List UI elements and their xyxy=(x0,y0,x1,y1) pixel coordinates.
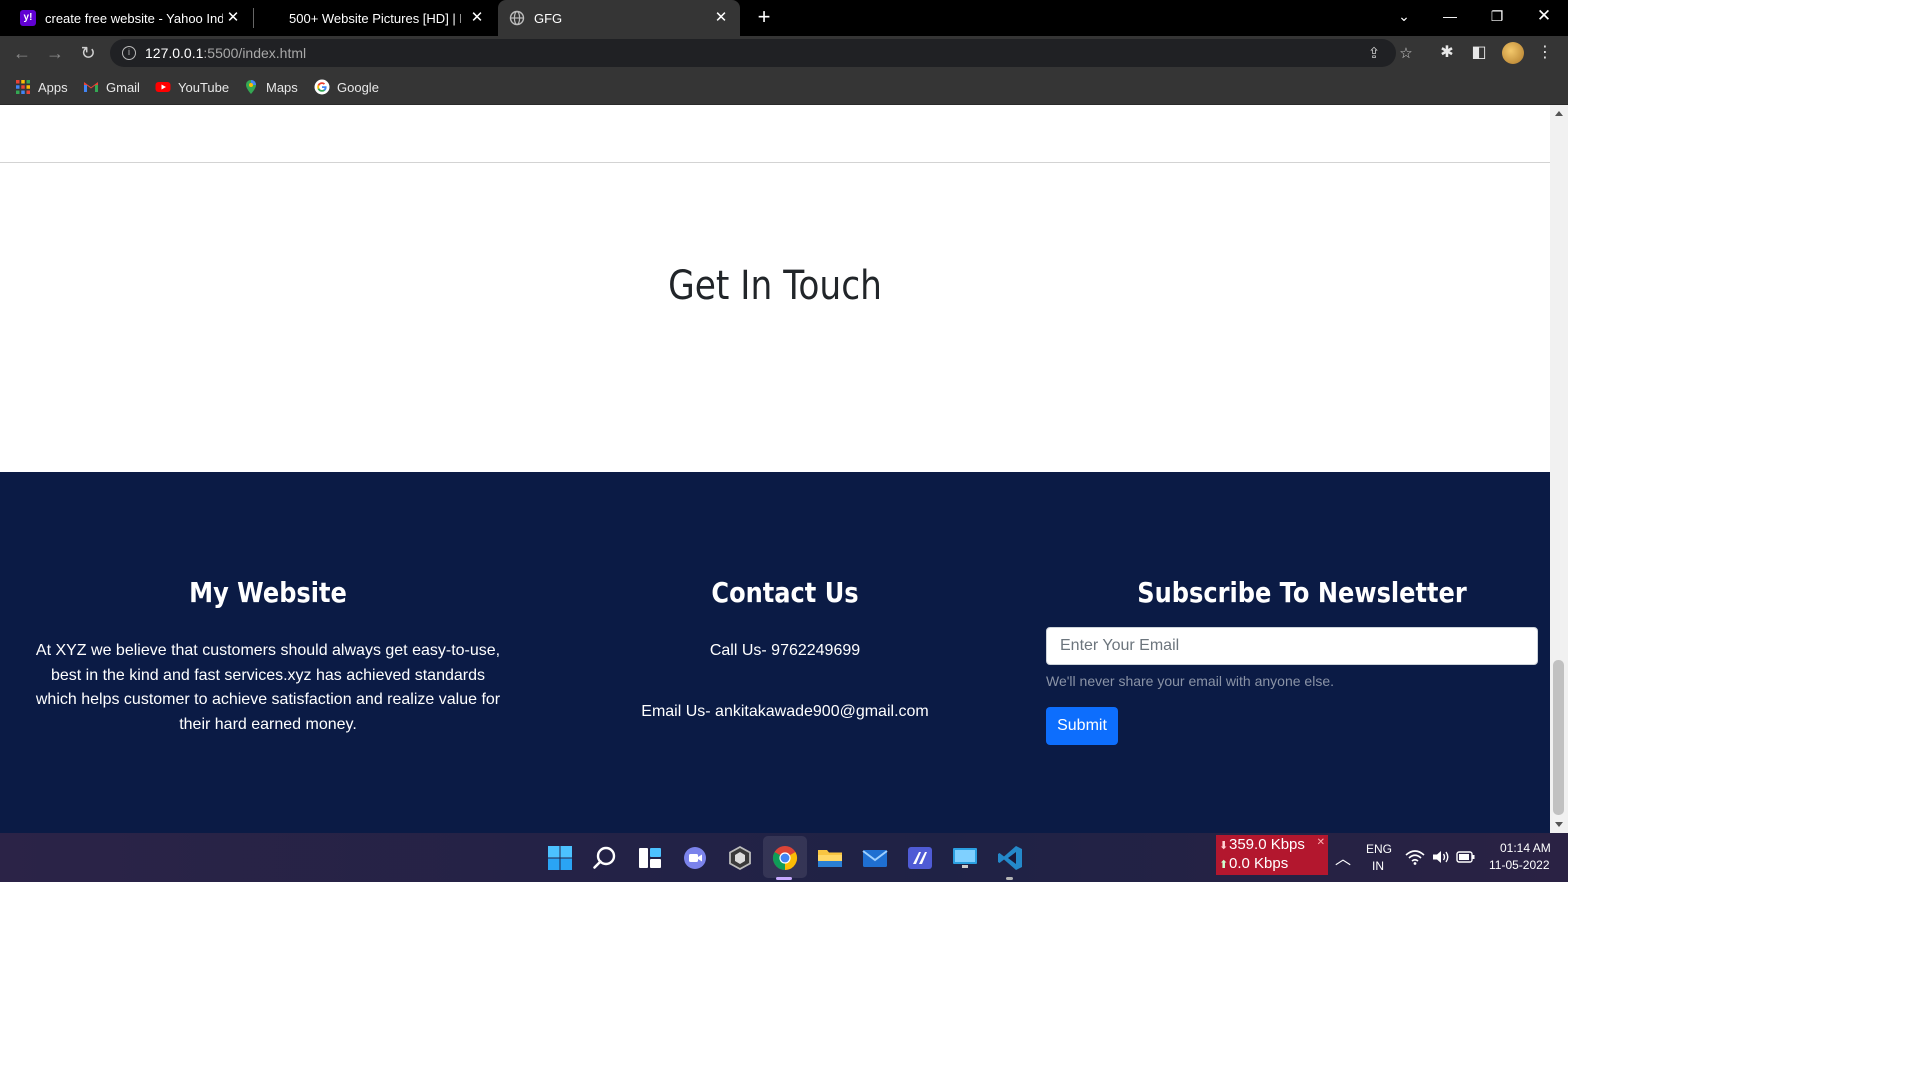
tab-title: GFG xyxy=(534,10,563,26)
tab-website-pictures[interactable]: 500+ Website Pictures [HD] | Download ✕ xyxy=(254,0,496,36)
newsletter-heading: Subscribe To Newsletter xyxy=(1137,576,1467,609)
tab-title: create free website - Yahoo India xyxy=(45,10,223,26)
upload-arrow-icon: ⬆ xyxy=(1219,859,1229,871)
bookmark-label: Maps xyxy=(266,79,298,95)
my-website-heading: My Website xyxy=(189,576,347,609)
about-text: At XYZ we believe that customers should … xyxy=(35,642,501,733)
restore-button[interactable]: ❐ xyxy=(1477,0,1517,32)
tab-search-chevron-icon[interactable]: ⌄ xyxy=(1384,0,1424,32)
bookmark-gmail[interactable]: Gmail xyxy=(83,78,140,96)
bookmark-label: Google xyxy=(337,79,379,95)
apps-grid-icon xyxy=(16,80,30,94)
windows-start-icon[interactable] xyxy=(546,844,574,872)
gmail-icon xyxy=(84,82,98,92)
task-view-icon[interactable] xyxy=(636,844,664,872)
chrome-running-indicator xyxy=(776,877,792,880)
chat-icon[interactable] xyxy=(681,844,709,872)
upload-speed: 0.0 Kbps xyxy=(1229,855,1289,872)
bookmark-youtube[interactable]: YouTube xyxy=(155,78,229,96)
close-tab-icon[interactable]: ✕ xyxy=(468,9,486,27)
minimize-button[interactable]: — xyxy=(1430,0,1470,32)
bookmarks-bar: Apps Gmail YouTube Maps Google xyxy=(0,70,1568,105)
bookmark-star-icon[interactable]: ☆ xyxy=(1396,44,1416,64)
app-hexagon-icon[interactable] xyxy=(726,844,754,872)
close-tab-icon[interactable]: ✕ xyxy=(224,9,242,27)
maps-icon xyxy=(246,80,256,94)
site-info-icon[interactable]: i xyxy=(122,46,136,60)
contact-us-heading: Contact Us xyxy=(711,576,859,609)
windows-taskbar: ⬇ 359.0 Kbps ⬆ 0.0 Kbps ✕ ︿ ENG IN 01:14… xyxy=(0,833,1568,882)
bookmark-maps[interactable]: Maps xyxy=(243,78,298,96)
clock-time[interactable]: 01:14 AM xyxy=(1500,841,1551,855)
language-indicator[interactable]: ENG xyxy=(1366,842,1392,856)
back-button[interactable]: ← xyxy=(10,41,34,65)
browser-toolbar: ← → ↻ i 127.0.0.1:5500/index.html ⇪ ☆ ✱ … xyxy=(0,36,1568,70)
youtube-icon xyxy=(155,82,171,92)
close-tab-icon[interactable]: ✕ xyxy=(712,9,730,27)
page-scrollbar[interactable] xyxy=(1550,105,1568,833)
wifi-icon[interactable] xyxy=(1405,849,1425,865)
bookmark-apps[interactable]: Apps xyxy=(15,78,68,96)
search-icon[interactable] xyxy=(591,844,619,872)
globe-icon xyxy=(509,10,525,26)
download-speed: 359.0 Kbps xyxy=(1229,836,1305,853)
new-tab-button[interactable]: + xyxy=(752,5,776,29)
bookmark-google[interactable]: Google xyxy=(314,78,379,96)
tab-strip: y! create free website - Yahoo India ✕ 5… xyxy=(0,0,1568,36)
mail-icon[interactable] xyxy=(861,844,889,872)
chrome-icon[interactable] xyxy=(771,844,799,872)
scrollbar-thumb[interactable] xyxy=(1553,660,1564,815)
google-icon xyxy=(314,79,330,95)
bookmark-label: YouTube xyxy=(178,79,230,95)
side-panel-icon[interactable]: ◧ xyxy=(1468,42,1490,64)
site-footer: My Website At XYZ we believe that custom… xyxy=(0,472,1550,833)
forward-button[interactable]: → xyxy=(43,41,67,65)
url-text[interactable]: 127.0.0.1:5500/index.html xyxy=(145,45,306,61)
remote-desktop-icon[interactable] xyxy=(951,844,979,872)
tab-gfg[interactable]: GFG ✕ xyxy=(498,0,740,36)
share-icon[interactable]: ⇪ xyxy=(1364,44,1384,64)
newsletter-email-input[interactable] xyxy=(1046,627,1538,665)
section-divider xyxy=(0,162,1550,163)
close-window-button[interactable]: ✕ xyxy=(1524,0,1564,32)
get-in-touch-heading: Get In Touch xyxy=(668,263,882,309)
submit-button[interactable]: Submit xyxy=(1046,707,1118,745)
browser-menu-icon[interactable]: ⋮ xyxy=(1534,42,1556,64)
download-arrow-icon: ⬇ xyxy=(1219,840,1229,852)
profile-avatar[interactable] xyxy=(1502,42,1524,64)
scroll-down-arrow-icon[interactable] xyxy=(1555,822,1563,827)
battery-icon[interactable] xyxy=(1456,851,1476,863)
meter-close-icon[interactable]: ✕ xyxy=(1317,837,1325,848)
clock-date[interactable]: 11-05-2022 xyxy=(1489,858,1550,872)
volume-icon[interactable] xyxy=(1431,849,1451,865)
contact-phone: Call Us- 9762249699 xyxy=(709,642,861,659)
email-help-text: We'll never share your email with anyone… xyxy=(1046,673,1334,689)
vscode-running-indicator xyxy=(1006,877,1013,880)
contact-email: Email Us- ankitakawade900@gmail.com xyxy=(641,703,929,720)
tab-yahoo[interactable]: y! create free website - Yahoo India ✕ xyxy=(12,0,252,36)
extensions-icon[interactable]: ✱ xyxy=(1436,42,1458,64)
scroll-up-arrow-icon[interactable] xyxy=(1555,111,1563,116)
bookmark-label: Gmail xyxy=(106,79,140,95)
pen-app-icon[interactable] xyxy=(906,844,934,872)
language-region[interactable]: IN xyxy=(1372,859,1384,873)
page-viewport: Get In Touch My Website At XYZ we believ… xyxy=(0,105,1550,833)
tray-overflow-chevron-icon[interactable]: ︿ xyxy=(1335,845,1351,869)
network-speed-meter[interactable]: ⬇ 359.0 Kbps ⬆ 0.0 Kbps ✕ xyxy=(1216,835,1328,875)
bookmark-label: Apps xyxy=(38,79,68,95)
vscode-icon[interactable] xyxy=(996,844,1024,872)
yahoo-favicon: y! xyxy=(20,10,36,26)
tab-title: 500+ Website Pictures [HD] | Download xyxy=(289,10,461,26)
file-explorer-icon[interactable] xyxy=(816,844,844,872)
address-bar[interactable]: i 127.0.0.1:5500/index.html ⇪ ☆ xyxy=(110,39,1413,67)
reload-button[interactable]: ↻ xyxy=(76,41,100,65)
